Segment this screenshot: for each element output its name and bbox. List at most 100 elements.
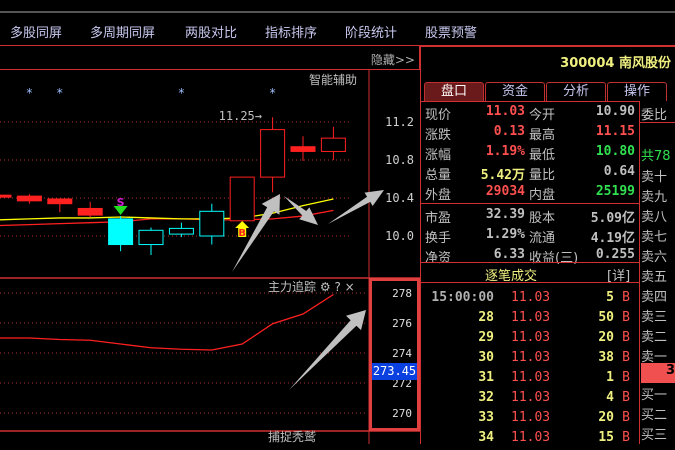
quote-value: 5.42万 — [480, 168, 525, 183]
order-total: 共78 — [641, 149, 671, 164]
menu-multi-stock[interactable]: 多股同屏 — [10, 22, 62, 41]
trade-price: 11.03 — [511, 310, 551, 325]
quote-label: 最高 — [529, 128, 556, 143]
quote-panel: 300004 南风股份 盘口 资金 分析 操作 现价 11.03 今开 10.9… — [420, 46, 675, 445]
sub-panel-title: 主力追踪 — [268, 280, 317, 294]
star-marker: * — [26, 86, 32, 100]
trade-row: 15:00:00 11.03 5 B — [421, 290, 636, 310]
menu-multi-period[interactable]: 多周期同屏 — [90, 22, 155, 41]
trade-time: 30 — [478, 350, 494, 365]
stock-code: 300004 — [560, 56, 615, 71]
trade-time: 32 — [478, 390, 494, 405]
trade-row: 28 11.03 50 B — [421, 310, 636, 330]
trade-price: 11.03 — [511, 430, 551, 445]
buy-arrow-icon — [235, 221, 250, 228]
sub-panel-header: 主力追踪 ⚙ ? × — [268, 278, 355, 295]
star-marker: * — [57, 86, 63, 100]
quote-label: 净资 — [425, 251, 452, 266]
trade-side: B — [622, 330, 630, 345]
annotation-arrow — [289, 310, 366, 390]
sell-signal: S — [117, 196, 125, 209]
trade-row: 30 11.03 38 B — [421, 350, 636, 370]
candle-body — [77, 207, 103, 216]
quote-label: 外盘 — [425, 188, 452, 203]
tab-funds[interactable]: 资金 — [485, 82, 545, 101]
trade-price: 11.03 — [511, 390, 551, 405]
quote-value: 4.19亿 — [590, 231, 635, 246]
menu-stage-stats[interactable]: 阶段统计 — [345, 22, 397, 41]
bid-level-label: 买二 — [641, 408, 668, 423]
candle-body — [168, 227, 194, 235]
chart-toolbar: 隐藏>> — [0, 46, 420, 70]
kline-chart-area[interactable]: 11.210.810.410.0智能辅助* * * *11.25→SB27827627… — [0, 70, 420, 444]
y-tick-label: 10.8 — [385, 153, 414, 167]
trade-volume: 15 — [598, 430, 614, 445]
ask-level-label: 卖五 — [641, 270, 668, 285]
indicator-title: 智能辅助 — [309, 72, 357, 87]
menu-compare[interactable]: 两股对比 — [185, 22, 237, 41]
trade-volume: 20 — [598, 410, 614, 425]
ask-level-label: 卖四 — [641, 290, 668, 305]
trade-volume: 5 — [606, 290, 614, 305]
max-price-label: 11.25→ — [219, 109, 262, 123]
order-ratio-label: 委比 — [641, 108, 668, 123]
quote-value: 10.80 — [595, 144, 635, 159]
trade-price: 11.03 — [511, 330, 551, 345]
annotation-arrow — [328, 190, 384, 224]
tab-analysis[interactable]: 分析 — [546, 82, 606, 101]
bid-level-label: 买三 — [641, 428, 668, 443]
tab-handicap[interactable]: 盘口 — [424, 82, 484, 101]
trade-side: B — [622, 310, 630, 325]
quote-value: 1.29% — [485, 227, 525, 242]
quote-label: 流通 — [529, 231, 556, 246]
trade-time: 31 — [478, 370, 494, 385]
settings-icon[interactable]: ⚙ — [320, 280, 331, 294]
trade-volume: 1 — [606, 370, 614, 385]
next-panel-header: 捕捉秃鹫 — [268, 431, 316, 444]
ask-level-label: 卖三 — [641, 310, 668, 325]
candle-body — [320, 137, 346, 152]
hide-button[interactable]: 隐藏>> — [371, 51, 415, 68]
close-icon[interactable]: × — [345, 280, 355, 294]
trade-time: 34 — [478, 430, 494, 445]
trade-side: B — [622, 390, 630, 405]
trade-time: 28 — [478, 310, 494, 325]
quote-value: 0.64 — [603, 164, 635, 179]
trade-price: 11.03 — [511, 290, 551, 305]
quote-value: 25199 — [595, 184, 635, 199]
next-panel-title: 捕捉秃鹫 — [268, 430, 317, 444]
quote-label: 现价 — [425, 108, 452, 123]
trade-volume: 20 — [598, 330, 614, 345]
trade-volume: 50 — [598, 310, 614, 325]
menu-indicator-sort[interactable]: 指标排序 — [265, 22, 317, 41]
trade-row: 31 11.03 1 B — [421, 370, 636, 390]
tab-operate[interactable]: 操作 — [607, 82, 667, 101]
candle-body — [199, 210, 225, 237]
quote-value: 10.90 — [595, 104, 635, 119]
trade-price: 11.03 — [511, 350, 551, 365]
trade-time: 33 — [478, 410, 494, 425]
menu-stock-alert[interactable]: 股票预警 — [425, 22, 477, 41]
trade-side: B — [622, 370, 630, 385]
quote-label: 涨幅 — [425, 148, 452, 163]
price-level-highlight: 3 — [641, 363, 675, 383]
quote-value: 0.13 — [493, 124, 525, 139]
quote-label: 内盘 — [529, 188, 556, 203]
trade-price: 11.03 — [511, 410, 551, 425]
help-icon[interactable]: ? — [334, 280, 340, 294]
quote-label: 涨跌 — [425, 128, 452, 143]
ask-level-label: 卖七 — [641, 230, 668, 245]
trade-row: 33 11.03 20 B — [421, 410, 636, 430]
candle-body — [108, 218, 134, 246]
trade-side: B — [622, 290, 630, 305]
star-marker: * — [178, 86, 184, 100]
quote-label: 市盈 — [425, 211, 452, 226]
quote-value: 1.19% — [485, 144, 525, 159]
quote-label: 总量 — [425, 168, 452, 183]
quote-value: 29034 — [485, 184, 525, 199]
candle-body — [138, 229, 164, 246]
quote-value: 5.09亿 — [590, 211, 635, 226]
trade-row: 32 11.03 4 B — [421, 390, 636, 410]
ask-level-label: 卖二 — [641, 330, 668, 345]
candle-body — [47, 198, 73, 205]
